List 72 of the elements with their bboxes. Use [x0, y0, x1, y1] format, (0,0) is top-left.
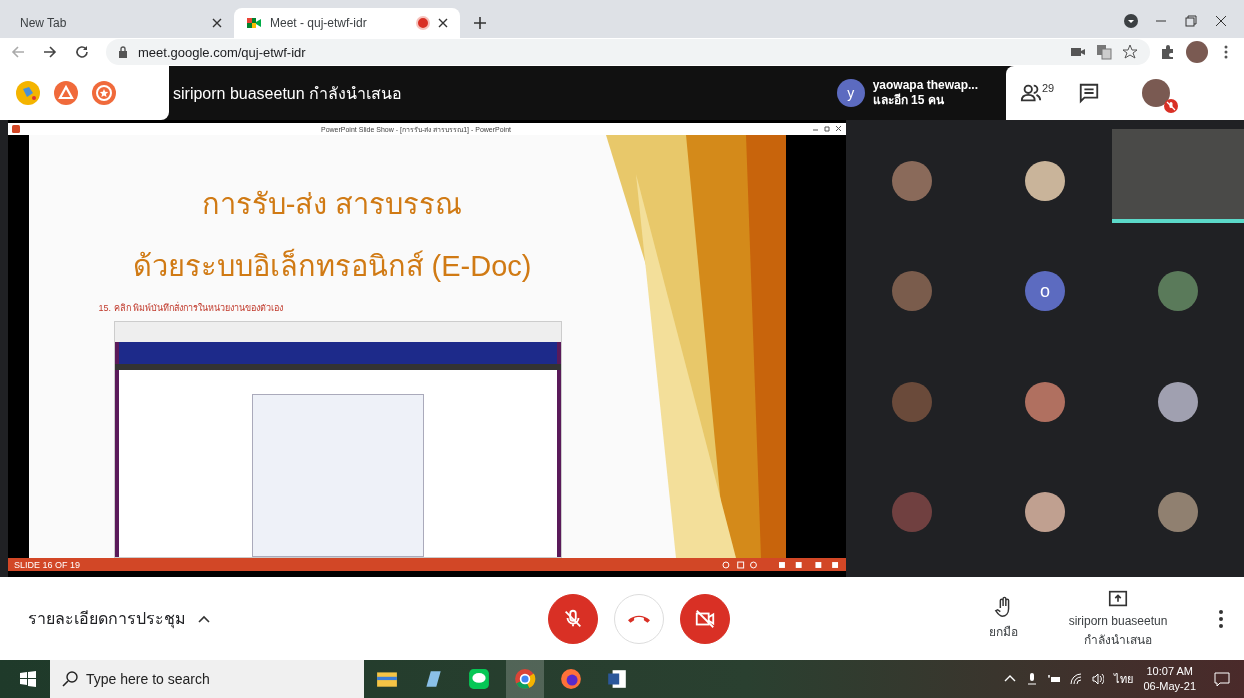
paint-bucket-icon[interactable] — [16, 81, 40, 105]
chat-icon[interactable] — [1078, 82, 1101, 104]
slide-subtitle: ด้วยระบบอิเล็กทรอนิกส์ (E-Doc) — [131, 247, 533, 284]
people-icon — [1020, 82, 1042, 104]
present-button[interactable]: siriporn buaseetun กำลังนำเสนอ — [1058, 588, 1178, 649]
participant-avatar — [892, 161, 933, 202]
participant-avatar — [892, 491, 933, 532]
participant-avatar — [1025, 381, 1065, 422]
star-icon[interactable] — [1122, 44, 1138, 60]
participant-avatar: o — [1025, 271, 1065, 312]
slideshow-controls-icon[interactable] — [722, 560, 840, 569]
translate-icon[interactable] — [1096, 44, 1112, 60]
microphone-icon[interactable] — [1026, 673, 1039, 685]
document-icon[interactable] — [606, 668, 628, 690]
step-text: 15. คลิก พิมพ์บันทึกสั่งการในหน่วยงานของตัวเอง — [98, 301, 284, 315]
browser-tab[interactable]: Meet - quj-etwf-idr — [234, 8, 460, 38]
presenting-label: siriporn buaseetun กำลังนำเสนอ — [173, 83, 403, 104]
tab-search-icon[interactable] — [1124, 14, 1138, 28]
participant-avatar — [1157, 381, 1198, 422]
forward-icon[interactable] — [42, 44, 58, 60]
profile-avatar[interactable] — [1186, 41, 1208, 63]
participant-avatar — [1025, 491, 1065, 532]
browser-icon[interactable] — [514, 668, 536, 690]
close-icon[interactable] — [212, 18, 222, 28]
mic-off-icon — [562, 607, 584, 630]
tab-title: New Tab — [20, 16, 68, 30]
battery-icon[interactable] — [1048, 673, 1061, 685]
speaker-icon[interactable] — [1092, 673, 1105, 685]
chevron-up-icon — [198, 614, 210, 623]
lock-icon — [118, 46, 128, 58]
address-field[interactable]: meet.google.com/quj-etwf-idr — [106, 39, 1150, 65]
speaker-name: yaowapa thewap... — [872, 78, 978, 93]
others-count: และอีก 15 คน — [872, 93, 945, 108]
restore-icon[interactable] — [1184, 14, 1198, 28]
microphone-button[interactable] — [548, 593, 598, 644]
slide-counter: SLIDE 16 OF 19 — [14, 559, 81, 570]
video-camera-icon — [246, 15, 262, 31]
search-icon — [62, 671, 78, 687]
clock[interactable]: 10:07 AM 06-May-21 — [1143, 664, 1196, 694]
star-badge-icon[interactable] — [92, 81, 116, 105]
more-options-icon[interactable] — [1218, 608, 1224, 629]
raise-hand-button[interactable]: ยกมือ — [989, 596, 1018, 641]
slide-title: การรับ-ส่ง สารบรรณ — [200, 187, 464, 222]
input-language[interactable]: ไทย — [1114, 670, 1134, 688]
url-text: meet.google.com/quj-etwf-idr — [138, 44, 306, 60]
new-tab-icon[interactable] — [474, 17, 486, 29]
taskbar-search-field[interactable]: Type here to search — [50, 660, 364, 698]
camera-button[interactable] — [680, 593, 730, 644]
people-button[interactable]: 29 — [1020, 82, 1055, 104]
chat-bubble-icon[interactable] — [468, 668, 490, 690]
participant-avatar — [1157, 271, 1198, 312]
reload-icon[interactable] — [74, 44, 90, 60]
app-logo-icon — [12, 125, 20, 133]
camera-off-icon — [694, 607, 716, 630]
notification-icon[interactable] — [1214, 671, 1230, 687]
speaker-avatar: y — [836, 79, 865, 107]
close-icon[interactable] — [1214, 14, 1228, 28]
self-avatar — [1142, 79, 1171, 107]
participant-avatar — [1157, 491, 1198, 532]
tab-title: Meet - quj-etwf-idr — [270, 16, 368, 30]
participant-avatar — [892, 381, 933, 422]
puzzle-piece-icon[interactable] — [1160, 44, 1176, 60]
meeting-details-button[interactable]: รายละเอียดการประชุม — [28, 600, 210, 637]
window-controls-icon[interactable] — [812, 125, 842, 133]
triangle-logo-icon[interactable] — [54, 81, 78, 105]
participant-avatar — [1025, 161, 1065, 202]
phone-icon — [628, 614, 650, 623]
participant-avatar — [892, 271, 933, 312]
close-icon[interactable] — [438, 18, 448, 28]
browser-tab[interactable]: New Tab — [8, 8, 234, 38]
windows-start-icon[interactable] — [20, 671, 36, 687]
wifi-icon[interactable] — [1070, 673, 1083, 685]
